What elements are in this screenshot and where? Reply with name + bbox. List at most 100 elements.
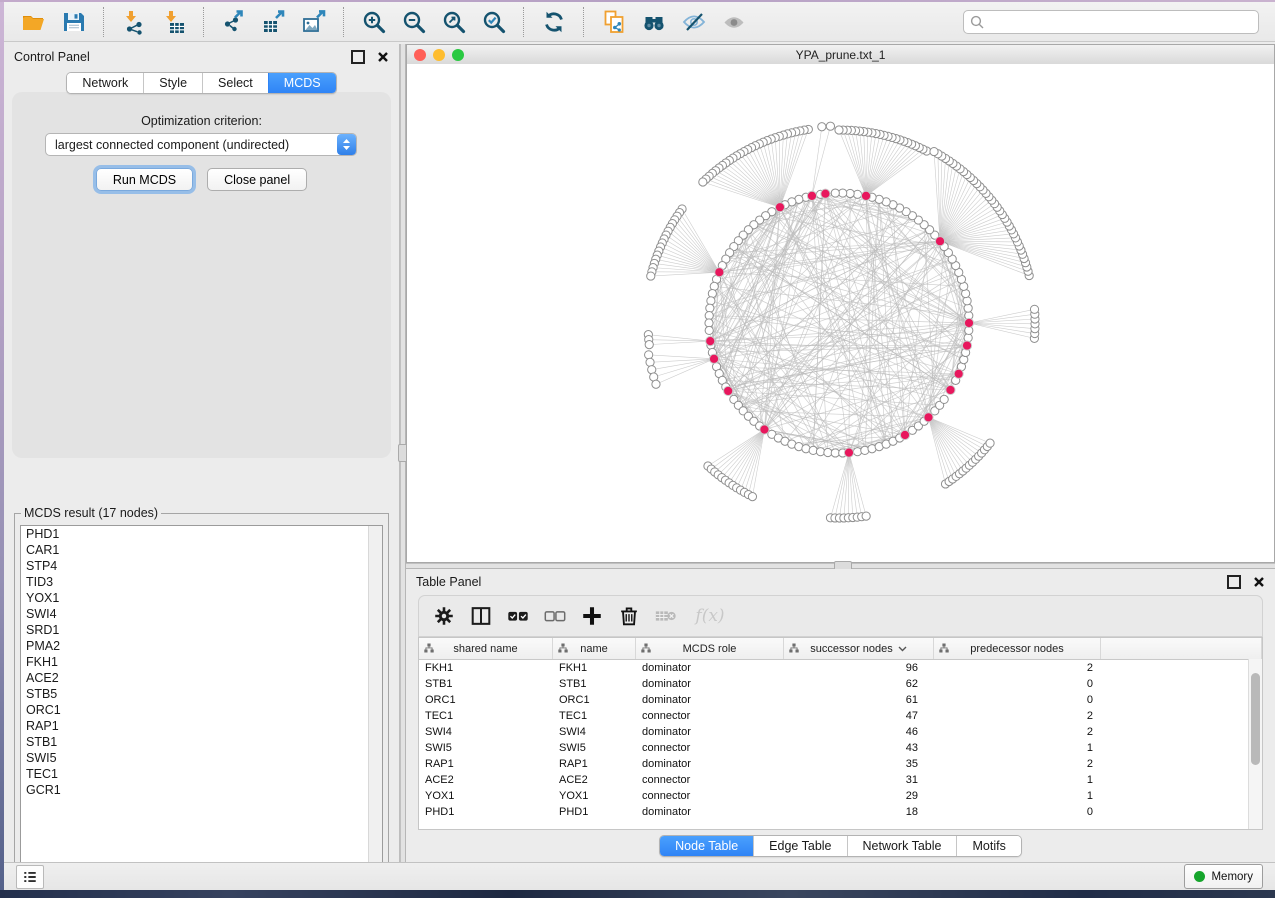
apply-layout-button[interactable] <box>539 7 569 37</box>
mcds-list-scrollbar[interactable] <box>368 526 382 875</box>
zoom-selected-button[interactable] <box>479 7 509 37</box>
float-panel-icon[interactable] <box>1227 575 1241 589</box>
table-scrollbar-thumb[interactable] <box>1251 673 1260 765</box>
column-label: shared name <box>453 643 517 655</box>
delete-table-button <box>651 601 681 631</box>
hide-selected-button[interactable] <box>679 7 709 37</box>
close-panel-icon[interactable] <box>377 51 389 63</box>
mcds-result-item[interactable]: SWI5 <box>21 750 382 766</box>
network-view-window: YPA_prune.txt_1 <box>406 44 1275 563</box>
cell-mcds-role: dominator <box>636 676 784 692</box>
zoom-fit-button[interactable] <box>439 7 469 37</box>
open-file-button[interactable] <box>19 7 49 37</box>
cell-successor-nodes: 18 <box>784 804 934 820</box>
refresh-icon <box>541 9 567 35</box>
network-canvas[interactable] <box>407 64 1274 562</box>
table-panel: Table Panel f(x) shared namenameMC <box>406 569 1275 862</box>
table-row[interactable]: TEC1TEC1connector472 <box>419 708 1262 724</box>
table-row[interactable]: FKH1FKH1dominator962 <box>419 660 1262 676</box>
table-row[interactable]: YOX1YOX1connector291 <box>419 788 1262 804</box>
table-row[interactable]: ORC1ORC1dominator610 <box>419 692 1262 708</box>
tab-select[interactable]: Select <box>202 73 268 93</box>
mcds-result-item[interactable]: RAP1 <box>21 718 382 734</box>
import-network-button[interactable] <box>119 7 149 37</box>
network-graph <box>407 64 1274 562</box>
table-row[interactable]: ACE2ACE2connector311 <box>419 772 1262 788</box>
zoom-in-button[interactable] <box>359 7 389 37</box>
tab-network[interactable]: Network <box>67 73 143 93</box>
column-type-icon <box>558 643 568 653</box>
table-row[interactable]: RAP1RAP1dominator352 <box>419 756 1262 772</box>
clone-network-button[interactable] <box>599 7 629 37</box>
tab-motifs[interactable]: Motifs <box>956 836 1020 856</box>
table-row[interactable]: PHD1PHD1dominator180 <box>419 804 1262 820</box>
tab-edge-table[interactable]: Edge Table <box>753 836 846 856</box>
column-header-predecessor-nodes[interactable]: predecessor nodes <box>934 638 1101 659</box>
close-panel-button[interactable]: Close panel <box>207 168 307 191</box>
mcds-result-item[interactable]: ACE2 <box>21 670 382 686</box>
memory-button[interactable]: Memory <box>1184 864 1263 889</box>
criterion-value: largest connected component (undirected) <box>46 138 337 152</box>
show-columns-button[interactable] <box>466 601 496 631</box>
tab-node-table[interactable]: Node Table <box>660 836 753 856</box>
cell-predecessor-nodes: 0 <box>934 692 1101 708</box>
select-all-button[interactable] <box>503 601 533 631</box>
mcds-result-item[interactable]: SRD1 <box>21 622 382 638</box>
mcds-result-item[interactable]: STB1 <box>21 734 382 750</box>
save-session-button[interactable] <box>59 7 89 37</box>
table-row[interactable]: SWI5SWI5connector431 <box>419 740 1262 756</box>
tab-network-table[interactable]: Network Table <box>847 836 957 856</box>
network-window-titlebar[interactable]: YPA_prune.txt_1 <box>407 45 1274 65</box>
table-row[interactable]: STB1STB1dominator620 <box>419 676 1262 692</box>
column-label: MCDS role <box>683 643 737 655</box>
table-row[interactable]: SWI4SWI4dominator462 <box>419 724 1262 740</box>
tab-style[interactable]: Style <box>143 73 202 93</box>
mcds-result-item[interactable]: YOX1 <box>21 590 382 606</box>
export-table-button[interactable] <box>259 7 289 37</box>
mcds-result-item[interactable]: STP4 <box>21 558 382 574</box>
mcds-result-item[interactable]: PMA2 <box>21 638 382 654</box>
tab-mcds[interactable]: MCDS <box>268 73 336 93</box>
table-scrollbar[interactable] <box>1248 659 1262 829</box>
mcds-result-item[interactable]: TEC1 <box>21 766 382 782</box>
column-header-successor-nodes[interactable]: successor nodes <box>784 638 934 659</box>
mcds-result-item[interactable]: CAR1 <box>21 542 382 558</box>
control-panel-tabs: NetworkStyleSelectMCDS <box>4 72 399 94</box>
column-header-name[interactable]: name <box>553 638 636 659</box>
cell-mcds-role: dominator <box>636 660 784 676</box>
cell-shared-name: STB1 <box>419 676 553 692</box>
zoom-out-button[interactable] <box>399 7 429 37</box>
mcds-result-item[interactable]: SWI4 <box>21 606 382 622</box>
show-all-button[interactable] <box>719 7 749 37</box>
table-settings-button[interactable] <box>429 601 459 631</box>
mcds-result-item[interactable]: GCR1 <box>21 782 382 798</box>
cell-predecessor-nodes: 0 <box>934 804 1101 820</box>
criterion-dropdown[interactable]: largest connected component (undirected) <box>45 133 357 156</box>
delete-column-button[interactable] <box>614 601 644 631</box>
mcds-result-item[interactable]: FKH1 <box>21 654 382 670</box>
float-panel-icon[interactable] <box>351 50 365 64</box>
deselect-all-button[interactable] <box>540 601 570 631</box>
close-panel-icon[interactable] <box>1253 576 1265 588</box>
column-label: predecessor nodes <box>970 643 1064 655</box>
run-mcds-button[interactable]: Run MCDS <box>96 168 193 191</box>
export-network-button[interactable] <box>219 7 249 37</box>
mcds-result-item[interactable]: TID3 <box>21 574 382 590</box>
column-header-shared-name[interactable]: shared name <box>419 638 553 659</box>
cell-predecessor-nodes: 2 <box>934 660 1101 676</box>
search-input[interactable] <box>963 10 1259 34</box>
mcds-result-item[interactable]: STB5 <box>21 686 382 702</box>
mcds-result-item[interactable]: ORC1 <box>21 702 382 718</box>
mcds-result-item[interactable]: PHD1 <box>21 526 382 542</box>
cell-predecessor-nodes: 1 <box>934 740 1101 756</box>
sort-desc-icon <box>898 646 907 652</box>
cell-name: STB1 <box>553 676 636 692</box>
export-image-button[interactable] <box>299 7 329 37</box>
find-button[interactable] <box>639 7 669 37</box>
desktop-wallpaper-bottom <box>0 890 1275 898</box>
add-column-button[interactable] <box>577 601 607 631</box>
task-history-button[interactable] <box>16 865 44 889</box>
table-panel-header: Table Panel <box>406 569 1275 595</box>
column-header-mcds-role[interactable]: MCDS role <box>636 638 784 659</box>
import-table-button[interactable] <box>159 7 189 37</box>
